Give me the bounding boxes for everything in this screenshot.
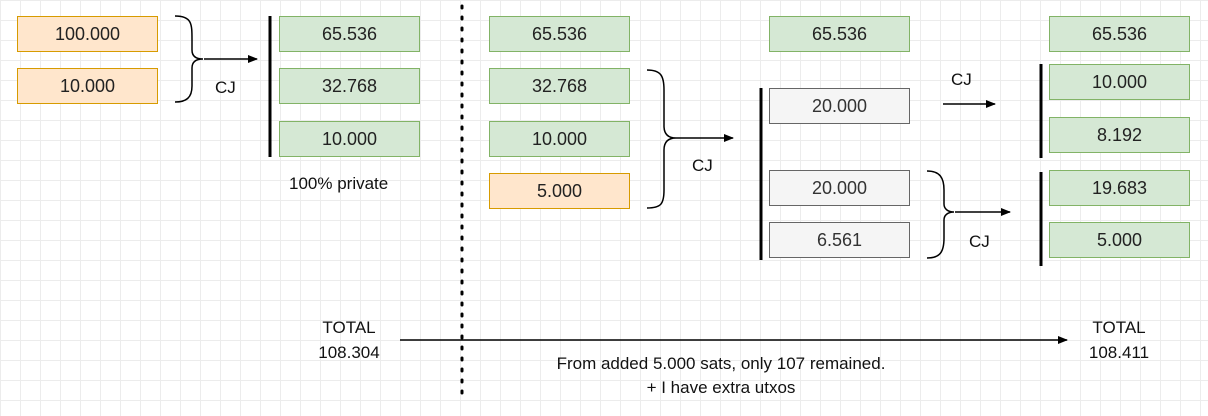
cj-label-3: CJ [951, 70, 972, 89]
final-box-1: 65.536 [1049, 16, 1190, 52]
mid-box-3: 10.000 [489, 121, 630, 157]
total-left-title: TOTAL [322, 318, 376, 337]
input-box-2: 10.000 [17, 68, 158, 104]
mid-box-1: 65.536 [489, 16, 630, 52]
total-right-title: TOTAL [1092, 318, 1146, 337]
final-box-3: 8.192 [1049, 117, 1190, 153]
mid-box-4: 5.000 [489, 173, 630, 209]
cj-label-1: CJ [215, 78, 236, 97]
input-box-1: 100.000 [17, 16, 158, 52]
total-left-value: 108.304 [318, 343, 380, 362]
cj-label-2: CJ [692, 156, 713, 175]
stage3-box-2: 20.000 [769, 88, 910, 124]
note-line-2: + I have extra utxos [646, 378, 796, 397]
private-label: 100% private [289, 174, 389, 193]
mix1-box-3: 10.000 [279, 121, 420, 157]
mix1-box-2: 32.768 [279, 68, 420, 104]
stage3-box-1: 65.536 [769, 16, 910, 52]
brace-3 [926, 170, 955, 259]
stage3-box-3: 20.000 [769, 170, 910, 206]
final-box-4: 19.683 [1049, 170, 1190, 206]
final-box-5: 5.000 [1049, 222, 1190, 258]
brace-1 [174, 15, 204, 103]
brace-2 [646, 69, 677, 209]
total-right-value: 108.411 [1088, 343, 1150, 362]
stage3-box-4: 6.561 [769, 222, 910, 258]
note-line-1: From added 5.000 sats, only 107 remained… [556, 354, 886, 373]
cj-label-4: CJ [969, 232, 990, 251]
final-box-2: 10.000 [1049, 64, 1190, 100]
mix1-box-1: 65.536 [279, 16, 420, 52]
mid-box-2: 32.768 [489, 68, 630, 104]
